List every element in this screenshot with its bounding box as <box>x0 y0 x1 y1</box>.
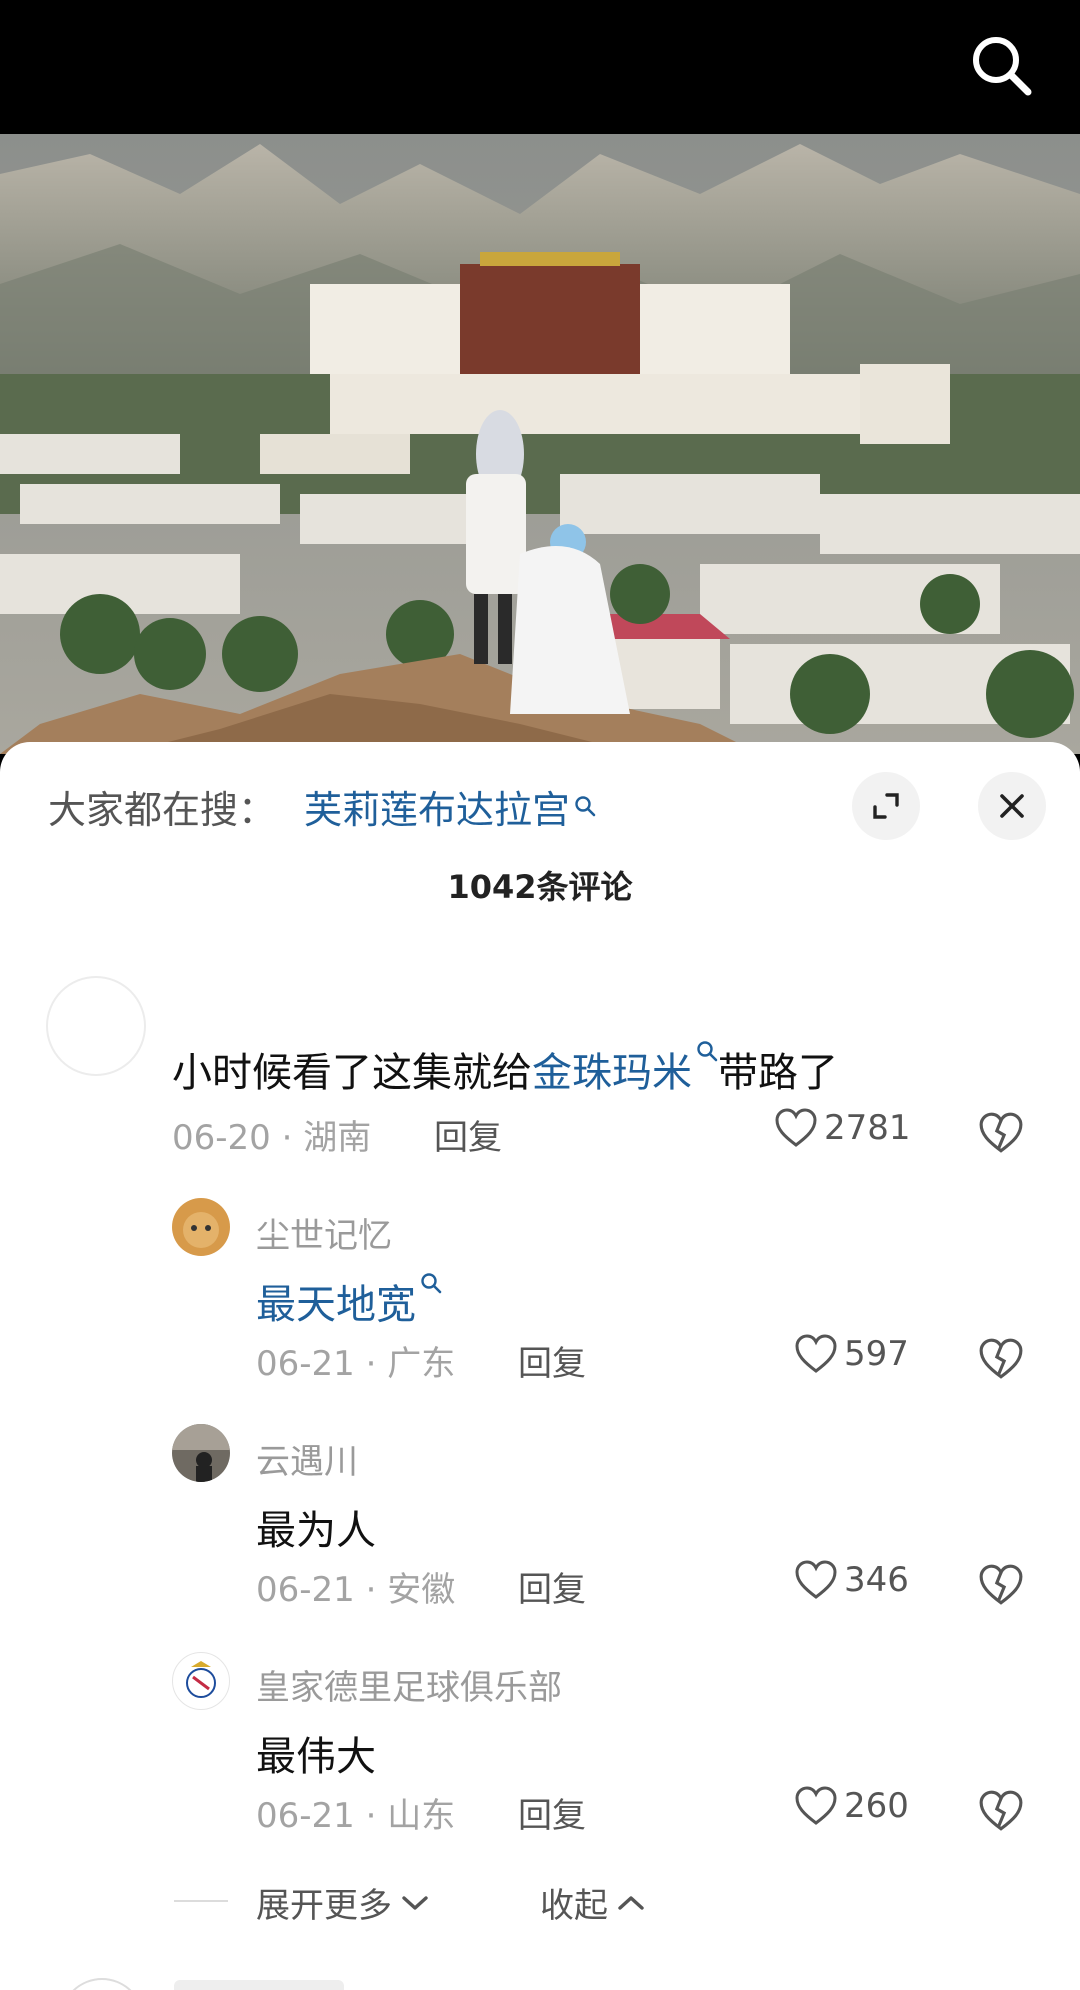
video-player[interactable] <box>0 134 1080 754</box>
expand-icon <box>873 793 899 819</box>
broken-heart-icon[interactable] <box>978 1338 1024 1380</box>
top-bar <box>0 0 1080 134</box>
like-button[interactable]: 260 <box>794 1786 909 1826</box>
like-button[interactable]: 346 <box>794 1560 909 1600</box>
expand-more-label: 展开更多 <box>256 1886 392 1926</box>
like-count: 346 <box>844 1560 909 1600</box>
like-count: 2781 <box>824 1108 911 1148</box>
reply-button[interactable]: 回复 <box>518 1336 586 1385</box>
collapse-button[interactable]: 收起 <box>540 1878 646 1927</box>
search-icon <box>697 1041 718 1062</box>
expand-button[interactable] <box>852 772 920 840</box>
comment-text: 小时候看了这集就给金珠玛米 带路了 <box>172 1040 838 1098</box>
broken-heart-icon[interactable] <box>978 1112 1024 1154</box>
heart-icon <box>795 1560 837 1599</box>
like-count: 597 <box>844 1334 909 1374</box>
next-comment-username <box>174 1980 344 1990</box>
search-icon[interactable] <box>966 30 1036 100</box>
reply-location: 山东 <box>387 1796 456 1836</box>
reply-date: 06-21 <box>256 1570 355 1610</box>
reply-date: 06-21 <box>256 1796 355 1836</box>
reply-meta: 06-21 · 山东 <box>256 1796 456 1836</box>
reply-meta: 06-21 · 广东 <box>256 1344 456 1384</box>
reply-username[interactable]: 皇家德里足球俱乐部 <box>256 1660 562 1709</box>
everyone-searching-bar[interactable]: 大家都在搜： 芙莉莲布达拉宫 <box>48 776 596 836</box>
comment-date: 06-20 <box>172 1118 271 1158</box>
reply-button[interactable]: 回复 <box>518 1562 586 1611</box>
divider <box>174 1900 228 1902</box>
reply-button[interactable]: 回复 <box>518 1788 586 1837</box>
avatar[interactable] <box>46 976 146 1076</box>
comment-sheet: 大家都在搜： 芙莉莲布达拉宫 1042条评论 小时候看了这集就给金珠玛米 带路了 … <box>0 742 1080 1990</box>
reply-location: 安徽 <box>387 1570 456 1610</box>
collapse-label: 收起 <box>540 1886 608 1926</box>
chevron-up-icon <box>618 1895 644 1910</box>
comment-search-link[interactable]: 金珠玛米 <box>532 1050 692 1096</box>
search-icon <box>421 1273 442 1294</box>
expand-more-button[interactable]: 展开更多 <box>256 1878 430 1927</box>
like-count: 260 <box>844 1786 909 1826</box>
reply-username[interactable]: 尘世记忆 <box>256 1208 392 1257</box>
heart-icon <box>795 1786 837 1825</box>
reply-text: 最伟大 <box>256 1734 376 1780</box>
comment-meta: 06-20 · 湖南 <box>172 1118 372 1158</box>
comment-text-part: 带路了 <box>718 1050 838 1096</box>
comment-location: 湖南 <box>303 1118 372 1158</box>
like-button[interactable]: 2781 <box>774 1108 911 1148</box>
close-icon <box>1000 794 1024 818</box>
reply-text: 最天地宽 <box>256 1272 442 1330</box>
close-button[interactable] <box>978 772 1046 840</box>
heart-icon <box>775 1108 817 1147</box>
reply-date: 06-21 <box>256 1344 355 1384</box>
reply-location: 广东 <box>387 1344 456 1384</box>
comment-count: 1042条评论 <box>447 868 633 906</box>
reply-text: 最为人 <box>256 1508 376 1554</box>
broken-heart-icon[interactable] <box>978 1790 1024 1832</box>
like-button[interactable]: 597 <box>794 1334 909 1374</box>
search-icon <box>575 796 596 817</box>
reply-button[interactable]: 回复 <box>434 1110 502 1159</box>
heart-icon <box>795 1334 837 1373</box>
avatar[interactable] <box>60 1978 144 1990</box>
reply-search-link[interactable]: 最天地宽 <box>256 1282 416 1328</box>
search-suggestion-link[interactable]: 芙莉莲布达拉宫 <box>304 779 570 834</box>
reply-username[interactable]: 云遇川 <box>256 1434 358 1483</box>
everyone-searching-label: 大家都在搜： <box>48 787 277 832</box>
reply-meta: 06-21 · 安徽 <box>256 1570 456 1610</box>
chevron-down-icon <box>402 1895 428 1910</box>
comment-text-part: 小时候看了这集就给 <box>172 1050 532 1096</box>
broken-heart-icon[interactable] <box>978 1564 1024 1606</box>
avatar[interactable] <box>172 1424 230 1482</box>
avatar[interactable] <box>172 1652 230 1710</box>
avatar[interactable] <box>172 1198 230 1256</box>
video-frame <box>0 134 1080 754</box>
